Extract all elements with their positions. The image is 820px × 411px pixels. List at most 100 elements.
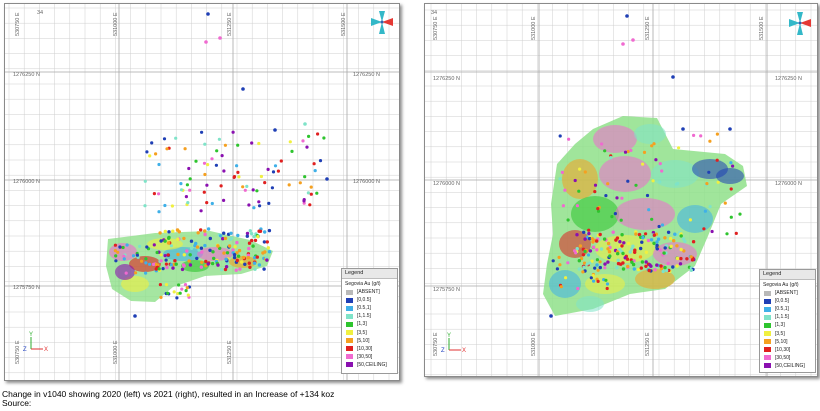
drill-hole [679,234,683,238]
legend-swatch [346,346,353,352]
grid-corner-label: 34 [37,10,43,16]
drill-hole [154,152,158,156]
drill-hole [122,254,126,258]
legend-swatch [346,321,353,327]
legend-label: [10,30] [775,346,791,353]
northing-label: 1276000 N [13,179,40,185]
drill-hole [267,250,272,254]
compass-icon [789,12,811,35]
legend-swatch [764,322,771,328]
drill-hole [575,204,579,208]
drill-hole [263,181,267,185]
drill-hole [124,271,128,275]
drill-hole [199,246,204,250]
legend-label: [1,1.5] [357,313,371,320]
drill-hole [203,142,207,146]
drill-hole [577,189,581,193]
axis-triad-icon: Y Z X [441,333,466,354]
drill-hole [573,249,577,253]
drill-hole [215,149,219,153]
northing-label: 1275750 N [433,287,460,293]
drill-hole [195,256,199,261]
drill-hole [144,261,148,265]
drill-hole [145,245,149,249]
legend-label: [5,10] [357,337,370,344]
drill-hole [251,188,255,192]
drill-hole [182,253,186,257]
drill-hole [653,268,657,272]
drill-hole [593,266,597,270]
drill-hole [235,258,239,263]
map-canvas-2020: 1276250 N 1276250 N 1276000 N 1276000 N 1275… [5,4,399,380]
drill-hole [172,290,176,294]
drill-hole [302,198,306,202]
drill-hole [203,243,207,248]
drill-hole [587,231,591,236]
drill-hole [644,250,649,254]
drill-hole [273,128,277,132]
easting-label: 531500 E [341,12,347,36]
drill-hole [223,143,227,147]
drill-hole [632,267,636,271]
drill-hole [567,137,571,141]
drill-hole [681,237,686,241]
drill-hole [245,184,249,188]
easting-label: 531500 E [759,16,765,40]
drill-hole [202,190,206,194]
drill-hole [266,167,270,171]
drill-hole [588,261,592,265]
grade-patch [115,264,135,280]
drill-hole [114,254,118,258]
drill-hole [641,162,645,166]
drill-hole [731,164,735,168]
drill-hole [648,263,652,267]
legend-swatch [764,290,771,296]
northing-label: 1276000 N [353,179,380,185]
compass-icon [371,11,393,34]
legend-rows: [ABSENT] [0,0.5] [0.5,1] [1,1.5] [1,3] [3,5][… [760,289,815,370]
drill-hole [621,267,626,271]
drill-hole [603,262,607,266]
legend-swatch [764,306,771,312]
drill-hole [573,178,577,183]
grade-patch [593,125,637,153]
drill-hole [271,170,276,174]
axis-y-label: Y [447,333,451,339]
drill-hole [241,185,245,189]
grade-coverage [106,231,273,302]
drill-hole [593,183,598,187]
drill-hole [663,236,667,240]
drill-hole [203,229,207,233]
drill-hole [232,255,237,260]
drill-hole [169,244,173,248]
drill-hole [656,237,661,241]
drill-hole [303,122,307,126]
drill-hole [577,259,581,263]
drill-hole [644,232,648,236]
drill-hole [626,241,631,246]
drill-hole [583,249,587,253]
drill-hole [660,169,664,173]
drill-hole [185,286,189,290]
drill-hole [702,227,706,231]
drill-hole [672,239,676,243]
drill-hole [167,230,171,234]
map-grid [5,4,399,380]
drill-hole [582,230,586,234]
drill-hole [583,237,587,241]
drill-hole [206,227,211,231]
legend-label: [10,30] [357,345,373,352]
drill-hole [662,251,666,255]
drill-hole [143,204,147,208]
drill-hole [174,136,178,140]
grade-patch [562,159,598,199]
legend-swatch [346,354,353,360]
drill-hole [642,150,647,154]
drill-hole [606,260,610,264]
drill-hole [564,276,568,280]
map-panel-2020: 1276250 N 1276250 N 1276000 N 1276000 N 1275… [4,3,400,381]
drill-hole [200,260,204,264]
drill-hole [235,164,239,168]
drill-hole [133,314,137,318]
drill-hole [165,147,169,151]
